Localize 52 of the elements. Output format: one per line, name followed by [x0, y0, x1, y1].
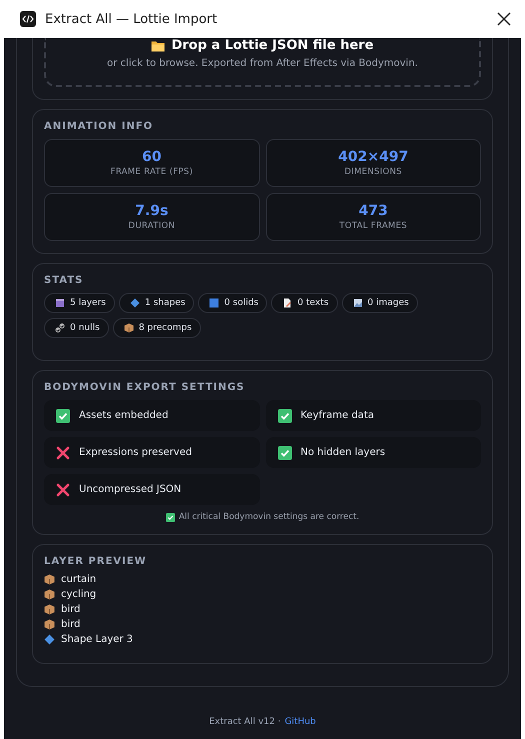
setting-item: No hidden layers [266, 437, 481, 468]
package-icon [44, 589, 55, 600]
setting-item: Assets embedded [44, 400, 260, 431]
metric-label: DIMENSIONS [344, 167, 402, 177]
setting-item: Expressions preserved [44, 437, 260, 468]
section-heading: ANIMATION INFO [44, 121, 154, 132]
checkmark-icon [166, 512, 175, 522]
package-icon [44, 604, 55, 615]
square-icon [209, 298, 220, 308]
document-icon [282, 298, 292, 308]
stat-chip: 5 layers [44, 293, 115, 313]
stat-chip: 8 precomps [112, 318, 201, 338]
window-title: Extract All — Lottie Import [45, 12, 218, 26]
setting-item: Keyframe data [266, 400, 481, 431]
picture-icon [352, 298, 363, 308]
stat-chip: 0 images [342, 293, 418, 313]
stat-chip: 0 solids [198, 293, 268, 313]
section-heading: BODYMOVIN EXPORT SETTINGS [44, 382, 246, 393]
setting-item: Uncompressed JSON [44, 474, 260, 505]
metric-label: FRAME RATE (FPS) [110, 167, 193, 177]
folder-icon [151, 40, 166, 52]
metric-value: 402×497 [338, 149, 408, 165]
github-link[interactable]: GitHub [284, 717, 316, 727]
drop-area[interactable]: Drop a Lottie JSON file here or click to browse. Exported from After Effects via Bodymovin. [44, 38, 481, 87]
metric-value: 473 [358, 203, 388, 219]
stat-chip: 1 shapes [118, 293, 194, 313]
layer-name: Shape Layer 3 [61, 634, 133, 645]
stat-chip: 0 nulls [44, 318, 109, 338]
drop-hint: or click to browse. Exported from After Effects via Bodymovin. [107, 58, 418, 69]
metric-label: DURATION [128, 221, 176, 231]
layer-name: bird [61, 619, 80, 630]
diamond-icon [44, 634, 55, 645]
footer-text: Extract All v12 · [209, 717, 281, 727]
package-icon [44, 619, 55, 630]
settings-summary: All critical Bodymovin settings are correct. [178, 512, 360, 522]
metric-value: 7.9s [135, 203, 168, 219]
diamond-icon [130, 298, 140, 308]
clapperboard-icon [55, 298, 65, 308]
layer-name: curtain [61, 574, 96, 585]
drop-title: Drop a Lottie JSON file here [171, 38, 374, 53]
metric-label: TOTAL FRAMES [339, 221, 408, 231]
section-heading: LAYER PREVIEW [44, 556, 148, 567]
stat-chip: 0 texts [271, 293, 338, 313]
layer-name: bird [61, 604, 80, 615]
package-icon [44, 574, 55, 585]
package-icon [124, 323, 134, 333]
link-icon [55, 323, 65, 333]
layer-name: cycling [61, 589, 96, 600]
section-heading: STATS [44, 275, 84, 286]
close-button[interactable] [495, 10, 513, 28]
metric-value: 60 [142, 149, 162, 165]
code-icon [20, 11, 36, 27]
